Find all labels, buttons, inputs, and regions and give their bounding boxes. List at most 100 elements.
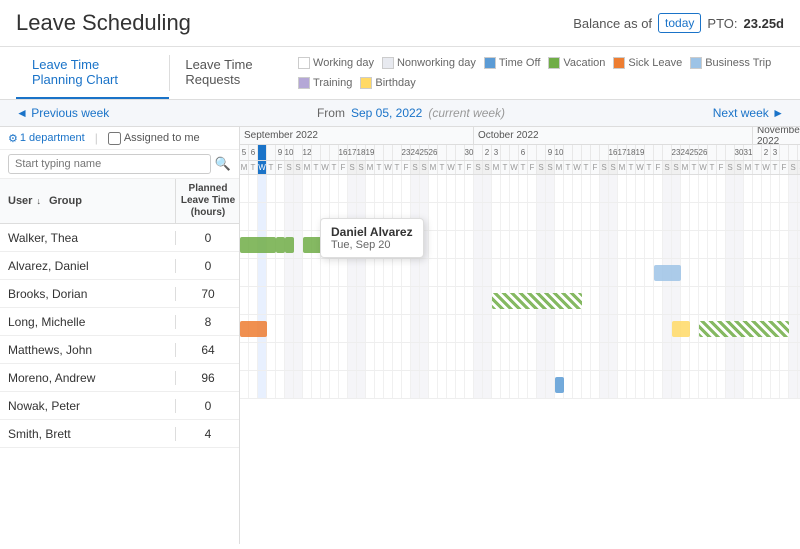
chart-day-cell <box>699 343 708 370</box>
leave-block[interactable] <box>492 293 582 309</box>
chart-day-cell <box>420 259 429 286</box>
prev-week-button[interactable]: ◄ Previous week <box>16 106 109 120</box>
user-row[interactable]: Long, Michelle 8 <box>0 308 239 336</box>
chart-day-cell <box>762 287 771 314</box>
chart-day-cell <box>555 231 564 258</box>
chart-day-cell <box>411 259 420 286</box>
day-letter-cell: S <box>735 161 744 174</box>
leave-block[interactable] <box>276 237 285 253</box>
leave-block[interactable] <box>285 237 294 253</box>
chart-day-cell <box>708 231 717 258</box>
chart-day-cell <box>645 175 654 202</box>
chart-day-cell <box>258 175 267 202</box>
group-column-header[interactable]: Group <box>49 195 82 207</box>
chart-day-cell <box>726 371 735 398</box>
chart-day-cell <box>492 343 501 370</box>
day-number-cell <box>501 145 510 160</box>
leave-block[interactable] <box>303 237 339 253</box>
chart-day-cell <box>492 315 501 342</box>
chart-day-cell <box>249 287 258 314</box>
chart-day-cell <box>375 315 384 342</box>
month-cell: September 2022 <box>240 127 474 144</box>
tab-planning-chart[interactable]: Leave Time Planning Chart <box>16 47 169 99</box>
tab-time-requests[interactable]: Leave Time Requests <box>169 47 298 99</box>
chart-day-cell <box>519 175 528 202</box>
chart-day-cell <box>258 259 267 286</box>
chart-day-cell <box>672 175 681 202</box>
chart-day-cell <box>618 203 627 230</box>
nav-date[interactable]: Sep 05, 2022 <box>351 106 422 120</box>
chart-day-cell <box>411 175 420 202</box>
chart-day-cell <box>690 175 699 202</box>
chart-day-cell <box>582 343 591 370</box>
chart-day-cell <box>708 175 717 202</box>
day-letter-cell: W <box>384 161 393 174</box>
from-label: From <box>317 106 345 120</box>
chart-day-cell <box>501 315 510 342</box>
user-row[interactable]: Walker, Thea 0 <box>0 224 239 252</box>
chart-day-cell <box>411 287 420 314</box>
chart-day-cell <box>348 343 357 370</box>
chart-day-cell <box>366 203 375 230</box>
chart-day-cell <box>492 371 501 398</box>
user-row[interactable]: Moreno, Andrew 96 <box>0 364 239 392</box>
chart-day-cell <box>276 259 285 286</box>
day-letter-cell: M <box>681 161 690 174</box>
chart-day-cell <box>375 175 384 202</box>
legend-timeoff: Time Off <box>484 57 541 69</box>
assigned-checkbox[interactable] <box>108 132 121 145</box>
chart-day-cell <box>357 343 366 370</box>
filter-department-label[interactable]: 1 department <box>20 132 85 144</box>
chart-day-cell <box>690 343 699 370</box>
next-week-button[interactable]: Next week ► <box>713 106 784 120</box>
chart-day-cell <box>681 231 690 258</box>
chart-day-cell <box>429 343 438 370</box>
chart-day-cell <box>330 203 339 230</box>
chart-day-cell <box>375 231 384 258</box>
leave-block[interactable] <box>240 321 267 337</box>
leave-block[interactable] <box>339 237 348 253</box>
user-row[interactable]: Matthews, John 64 <box>0 336 239 364</box>
chart-day-cell <box>411 203 420 230</box>
leave-block[interactable] <box>654 265 681 281</box>
chart-day-cell <box>663 371 672 398</box>
user-column-header[interactable]: User ↓ Group <box>0 179 175 223</box>
leave-block[interactable] <box>672 321 690 337</box>
chart-day-cell <box>636 175 645 202</box>
leave-block[interactable] <box>555 377 564 393</box>
chart-day-cell <box>645 203 654 230</box>
chart-day-cell <box>762 175 771 202</box>
balance-date-selector[interactable]: today <box>658 13 701 33</box>
chart-day-cell <box>303 315 312 342</box>
chart-day-cell <box>618 259 627 286</box>
search-input[interactable] <box>8 154 211 174</box>
assigned-to-me-filter[interactable]: Assigned to me <box>108 132 200 145</box>
leave-block[interactable] <box>348 237 357 253</box>
day-number-cell: 10 <box>285 145 294 160</box>
chart-day-cell <box>321 203 330 230</box>
chart-day-cell <box>447 371 456 398</box>
leave-block[interactable] <box>240 237 276 253</box>
chart-day-cell <box>735 343 744 370</box>
leave-block[interactable] <box>699 321 789 337</box>
user-row[interactable]: Alvarez, Daniel 0 <box>0 252 239 280</box>
search-icon[interactable]: 🔍 <box>215 156 231 172</box>
day-number-cell: 2 <box>483 145 492 160</box>
chart-day-cell <box>402 203 411 230</box>
chart-day-cell <box>501 371 510 398</box>
chart-day-cell <box>447 175 456 202</box>
filter-button[interactable]: ⚙ 1 department <box>8 132 85 145</box>
user-list: Walker, Thea 0 Alvarez, Daniel 0 Brooks,… <box>0 224 239 544</box>
day-number-cell <box>447 145 456 160</box>
chart-day-cell <box>690 371 699 398</box>
chart-day-cell <box>519 315 528 342</box>
day-number-cell <box>438 145 447 160</box>
user-row[interactable]: Nowak, Peter 0 <box>0 392 239 420</box>
chart-day-cell <box>249 343 258 370</box>
chart-day-cell <box>762 203 771 230</box>
user-row[interactable]: Smith, Brett 4 <box>0 420 239 448</box>
chart-day-cell <box>627 315 636 342</box>
chart-day-cell <box>492 175 501 202</box>
user-row[interactable]: Brooks, Dorian 70 <box>0 280 239 308</box>
chart-day-cell <box>771 287 780 314</box>
